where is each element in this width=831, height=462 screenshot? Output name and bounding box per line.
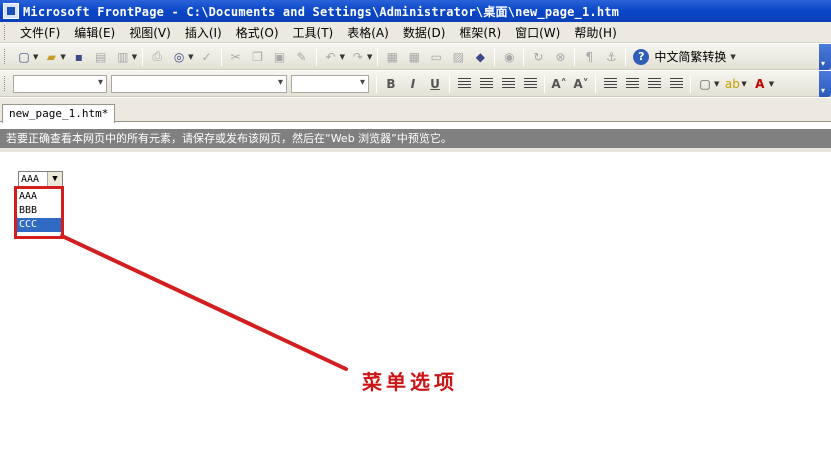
underline-button[interactable]: U [426,75,444,93]
formatting-toolbar: B I U A˄ A˅ ▢▼ ab▼ A▼ [0,71,831,97]
italic-button[interactable]: I [404,75,422,93]
preview-dropdown-icon[interactable]: ▼ [188,53,193,61]
justify-icon[interactable] [521,75,539,93]
toolbar-separator [376,74,377,93]
menu-view[interactable]: 视图(V) [122,24,178,41]
annotation-highlight-box [14,186,64,239]
editor-canvas[interactable] [0,148,831,462]
highlight-dropdown-icon[interactable]: ▼ [741,80,746,88]
toolbar-separator [142,47,144,66]
picture-icon[interactable]: ▨ [449,48,467,66]
info-bar: 若要正确查看本网页中的所有元素，请保存或发布该网页，然后在“Web 浏览器”中预… [0,129,831,148]
annotation-label: 菜单选项 [362,370,458,394]
menu-frames[interactable]: 框架(R) [452,24,508,41]
font-color-dropdown-icon[interactable]: ▼ [769,80,774,88]
increase-indent-icon[interactable] [667,75,685,93]
font-size-select[interactable] [291,74,369,93]
refresh-icon[interactable]: ↻ [529,48,547,66]
undo-icon[interactable]: ↶ [322,48,340,66]
drawing-icon[interactable]: ◆ [471,48,489,66]
menu-bar: 文件(F) 编辑(E) 视图(V) 插入(I) 格式(O) 工具(T) 表格(A… [0,22,831,43]
font-select[interactable] [111,74,287,93]
menu-file[interactable]: 文件(F) [13,24,67,41]
toolbar-separator [377,47,379,66]
preview-icon[interactable]: ◎ [170,48,188,66]
toolbar-separator [595,74,596,93]
align-left-icon[interactable] [455,75,473,93]
spell-icon[interactable]: ✓ [198,48,216,66]
decrease-indent-icon[interactable] [645,75,663,93]
chinese-conversion-button[interactable]: ? 中文简繁转换 ▼ [633,48,737,65]
table-icon[interactable]: ▦ [405,48,423,66]
print-icon[interactable]: ⎙ [148,48,166,66]
hyperlink-icon[interactable]: ◉ [500,48,518,66]
border-dropdown-icon[interactable]: ▼ [714,80,719,88]
title-bar: Microsoft FrontPage - C:\Documents and S… [0,0,831,22]
toolbar-separator [544,74,545,93]
conversion-dropdown-icon[interactable]: ▼ [730,53,735,61]
decrease-font-icon[interactable]: A˅ [572,75,590,93]
help-icon[interactable]: ? [633,48,650,65]
toolbar-separator [625,47,627,66]
new-dropdown-icon[interactable]: ▼ [33,53,38,61]
folder-list-icon[interactable]: ▥ [114,48,132,66]
bookmark-icon[interactable]: ⚓ [602,48,620,66]
toolbar-separator [315,47,317,66]
border-icon[interactable]: ▢ [696,75,714,93]
menu-table[interactable]: 表格(A) [340,24,396,41]
redo-dropdown-icon[interactable]: ▼ [367,53,372,61]
toolbar-options-icon[interactable] [819,44,831,70]
insert-component-icon[interactable]: ▦ [383,48,401,66]
menu-grip-handle[interactable] [4,24,7,40]
align-right-icon[interactable] [499,75,517,93]
document-tab-strip: new_page_1.htm* [0,98,831,123]
open-dropdown-icon[interactable]: ▼ [60,53,65,61]
toolbar-separator [690,74,691,93]
toolbar-separator [220,47,222,66]
menu-data[interactable]: 数据(D) [396,24,453,41]
save-icon[interactable]: ▪ [70,48,88,66]
standard-toolbar: ▢ ▼ ▰ ▼ ▪ ▤ ▥ ▼ ⎙ ◎ ▼ ✓ ✂ ❐ ▣ ✎ ↶ ▼ ↷ ▼ ▦ ▦ ▭ … [0,44,831,70]
frontpage-app-icon[interactable] [3,3,19,19]
chevron-down-icon[interactable]: ▼ [47,172,62,187]
toolbar-separator [574,47,576,66]
undo-dropdown-icon[interactable]: ▼ [340,53,345,61]
toolbar-separator [494,47,496,66]
format-painter-icon[interactable]: ✎ [293,48,311,66]
highlight-icon[interactable]: ab [723,75,741,93]
font-color-icon[interactable]: A [751,75,769,93]
menu-help[interactable]: 帮助(H) [567,24,623,41]
numbered-list-icon[interactable] [601,75,619,93]
toolbar-separator [523,47,525,66]
toolbar-grip-handle[interactable] [4,76,7,91]
align-center-icon[interactable] [477,75,495,93]
style-select[interactable] [13,74,107,93]
open-icon[interactable]: ▰ [42,48,60,66]
redo-icon[interactable]: ↷ [349,48,367,66]
toolbar-options-icon[interactable] [819,71,831,97]
menu-window[interactable]: 窗口(W) [508,24,567,41]
layer-icon[interactable]: ▭ [427,48,445,66]
bulleted-list-icon[interactable] [623,75,641,93]
new-icon[interactable]: ▢ [15,48,33,66]
menu-format[interactable]: 格式(O) [229,24,286,41]
stop-icon[interactable]: ⊗ [551,48,569,66]
menu-edit[interactable]: 编辑(E) [67,24,122,41]
publish-icon[interactable]: ▤ [92,48,110,66]
tab-new-page-1[interactable]: new_page_1.htm* [2,104,116,123]
paragraph-marks-icon[interactable]: ¶ [580,48,598,66]
copy-icon[interactable]: ❐ [249,48,267,66]
toolbar-separator [449,74,450,93]
select-current-value: AAA [21,174,40,185]
folder-dropdown-icon[interactable]: ▼ [132,53,137,61]
chinese-conversion-label: 中文简繁转换 [654,50,727,64]
cut-icon[interactable]: ✂ [227,48,245,66]
bold-button[interactable]: B [382,75,400,93]
increase-font-icon[interactable]: A˄ [550,75,568,93]
paste-icon[interactable]: ▣ [271,48,289,66]
toolbar-grip-handle[interactable] [4,49,7,64]
menu-tools[interactable]: 工具(T) [286,24,341,41]
window-title: Microsoft FrontPage - C:\Documents and S… [23,4,620,19]
menu-insert[interactable]: 插入(I) [178,24,229,41]
